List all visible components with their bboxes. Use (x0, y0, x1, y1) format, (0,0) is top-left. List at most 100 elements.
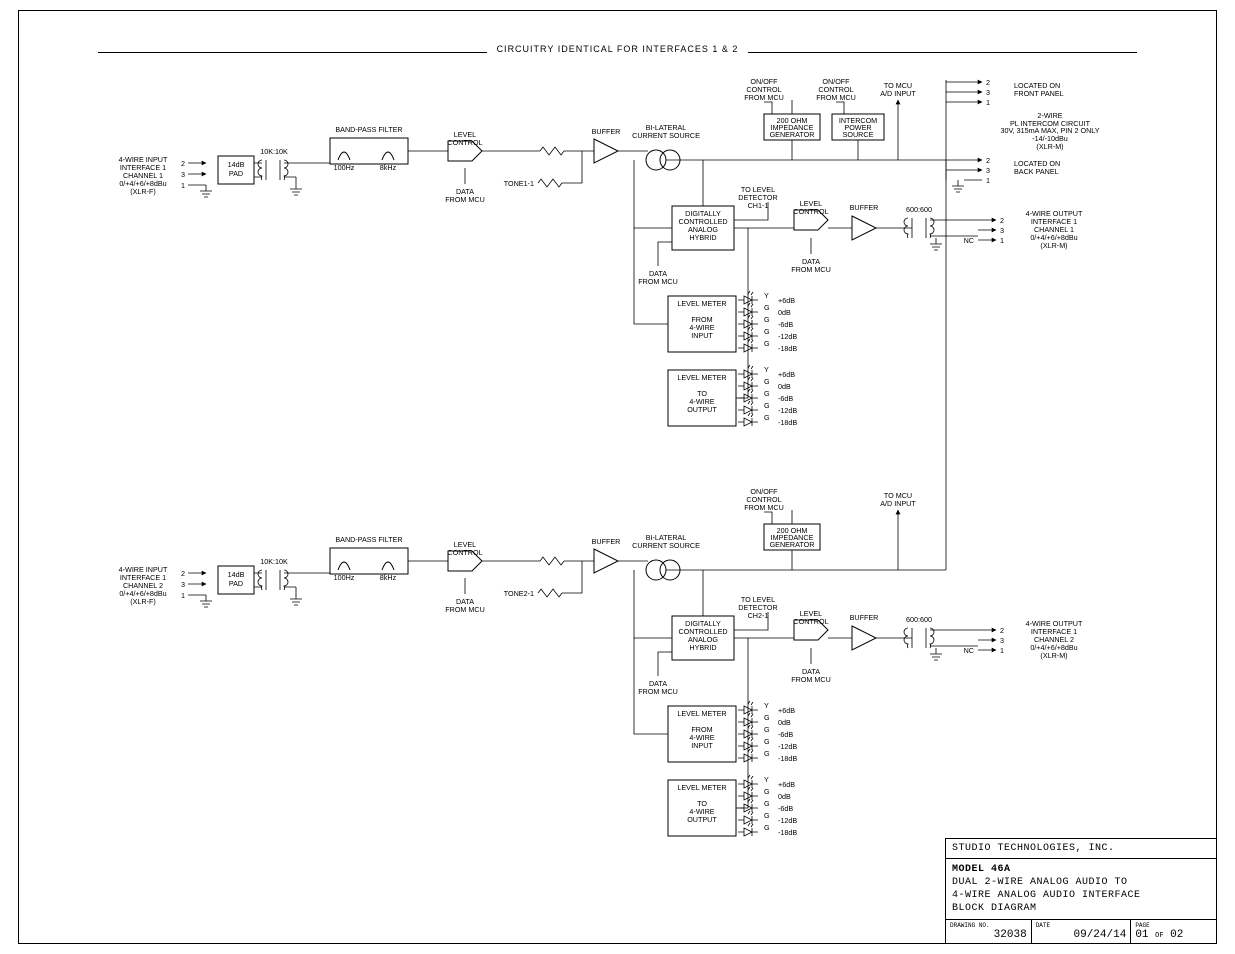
svg-text:INPUT: INPUT (691, 331, 713, 340)
svg-text:8kHz: 8kHz (380, 573, 397, 582)
svg-text:2: 2 (181, 159, 185, 168)
svg-text:-18dB: -18dB (778, 828, 797, 837)
svg-text:8kHz: 8kHz (380, 163, 397, 172)
svg-text:G: G (764, 339, 770, 348)
svg-text:14dB: 14dB (228, 570, 245, 579)
svg-text:-12dB: -12dB (778, 332, 797, 341)
model-desc: MODEL 46A DUAL 2-WIRE ANALOG AUDIO TO 4-… (946, 859, 1216, 920)
svg-text:G: G (764, 713, 770, 722)
svg-text:CONTROL: CONTROL (793, 617, 828, 626)
svg-text:FROM MCU: FROM MCU (445, 605, 485, 614)
svg-text:OUTPUT: OUTPUT (687, 405, 717, 414)
input-transformer (258, 160, 288, 180)
svg-text:G: G (764, 389, 770, 398)
svg-text:-18dB: -18dB (778, 418, 797, 427)
tone-label-ch1: TONE1-1 (504, 179, 534, 188)
svg-text:1: 1 (1000, 646, 1004, 655)
svg-text:G: G (764, 787, 770, 796)
svg-text:+6dB: +6dB (778, 296, 795, 305)
bandpass-filter: BAND-PASS FILTER 100Hz 8kHz (330, 125, 408, 172)
svg-text:G: G (764, 823, 770, 832)
svg-text:(XLR-M): (XLR-M) (1040, 651, 1067, 660)
svg-text:-12dB: -12dB (778, 742, 797, 751)
svg-text:G: G (764, 401, 770, 410)
svg-text:1: 1 (181, 181, 185, 190)
meter-out-ch1: LEVEL METER TO 4-WIRE OUTPUT (668, 370, 736, 426)
svg-text:LEVEL METER: LEVEL METER (677, 299, 726, 308)
svg-text:600:600: 600:600 (906, 615, 932, 624)
svg-text:HYBRID: HYBRID (689, 233, 716, 242)
svg-text:FROM MCU: FROM MCU (445, 195, 485, 204)
svg-text:BUFFER: BUFFER (592, 537, 621, 546)
svg-text:HYBRID: HYBRID (689, 643, 716, 652)
two-wire-label: 2-WIRE PL INTERCOM CIRCUIT 30V, 315mA MA… (1000, 111, 1099, 151)
svg-text:0dB: 0dB (778, 308, 791, 317)
svg-text:0dB: 0dB (778, 792, 791, 801)
svg-text:GENERATOR: GENERATOR (770, 130, 815, 139)
svg-text:2: 2 (986, 156, 990, 165)
level-control: LEVEL CONTROL (447, 130, 482, 161)
xfmr-out-ratio: 600:600 (906, 205, 932, 214)
svg-text:1: 1 (181, 591, 185, 600)
svg-text:14dB: 14dB (228, 160, 245, 169)
svg-text:(XLR-F): (XLR-F) (130, 597, 156, 606)
svg-text:0dB: 0dB (778, 718, 791, 727)
schematic-page: CIRCUITRY IDENTICAL FOR INTERFACES 1 & 2 (0, 0, 1235, 954)
company-name: STUDIO TECHNOLOGIES, INC. (946, 839, 1216, 859)
svg-text:NC: NC (964, 646, 974, 655)
svg-text:-12dB: -12dB (778, 406, 797, 415)
output-label-ch2: 4-WIRE OUTPUT INTERFACE 1 CHANNEL 2 0/+4… (1026, 619, 1083, 660)
svg-text:G: G (764, 303, 770, 312)
level-control-out: LEVELCONTROL (793, 199, 828, 230)
page-no: PAGE 01 OF 02 (1131, 920, 1216, 943)
output-label-ch1: 4-WIRE OUTPUT INTERFACE 1 CHANNEL 1 0/+4… (1026, 209, 1083, 250)
svg-text:+6dB: +6dB (778, 706, 795, 715)
svg-text:(XLR-M): (XLR-M) (1040, 241, 1067, 250)
svg-text:-6dB: -6dB (778, 320, 793, 329)
svg-text:BUFFER: BUFFER (592, 127, 621, 136)
svg-text:3: 3 (1000, 636, 1004, 645)
svg-text:(XLR-M): (XLR-M) (1036, 142, 1063, 151)
svg-text:-12dB: -12dB (778, 816, 797, 825)
input-label-ch2: 4-WIRE INPUT INTERFACE 1 CHANNEL 2 0/+4/… (119, 565, 168, 606)
svg-text:BAND-PASS FILTER: BAND-PASS FILTER (335, 535, 402, 544)
svg-text:-18dB: -18dB (778, 754, 797, 763)
svg-text:CURRENT SOURCE: CURRENT SOURCE (632, 131, 700, 140)
drawing-no: DRAWING NO. 32038 (946, 920, 1032, 943)
svg-text:Y: Y (764, 365, 769, 374)
svg-text:3: 3 (181, 580, 185, 589)
hybrid: DIGITALLY CONTROLLED ANALOG HYBRID (672, 206, 734, 250)
title-block: STUDIO TECHNOLOGIES, INC. MODEL 46A DUAL… (945, 838, 1217, 944)
svg-text:FROM MCU: FROM MCU (791, 675, 831, 684)
svg-text:(XLR-F): (XLR-F) (130, 187, 156, 196)
svg-text:NC: NC (964, 236, 974, 245)
svg-text:3: 3 (986, 88, 990, 97)
svg-text:A/D INPUT: A/D INPUT (880, 89, 916, 98)
svg-text:1: 1 (986, 98, 990, 107)
svg-text:BACK PANEL: BACK PANEL (1014, 167, 1059, 176)
power-source: INTERCOM POWER SOURCE ON/OFFCONTROLFROM … (816, 77, 884, 160)
svg-text:G: G (764, 377, 770, 386)
svg-text:CONTROL: CONTROL (447, 548, 482, 557)
meter-in-ch1: LEVEL METER FROM 4-WIRE INPUT (668, 296, 736, 352)
svg-text:1: 1 (986, 176, 990, 185)
input-pins-ch2: 2 3 1 (181, 569, 212, 607)
svg-text:CONTROL: CONTROL (793, 207, 828, 216)
svg-text:FROM MCU: FROM MCU (638, 687, 678, 696)
svg-text:+6dB: +6dB (778, 780, 795, 789)
svg-text:FROM MCU: FROM MCU (638, 277, 678, 286)
svg-text:Y: Y (764, 291, 769, 300)
svg-text:LEVEL METER: LEVEL METER (677, 373, 726, 382)
svg-text:2: 2 (986, 78, 990, 87)
svg-text:+6dB: +6dB (778, 370, 795, 379)
svg-text:G: G (764, 749, 770, 758)
svg-text:FROM MCU: FROM MCU (791, 265, 831, 274)
svg-text:-6dB: -6dB (778, 804, 793, 813)
svg-text:-6dB: -6dB (778, 394, 793, 403)
svg-text:PAD: PAD (229, 579, 243, 588)
svg-text:CONTROL: CONTROL (447, 138, 482, 147)
svg-text:100Hz: 100Hz (334, 573, 355, 582)
svg-text:Y: Y (764, 701, 769, 710)
svg-text:3: 3 (986, 166, 990, 175)
svg-text:FROM MCU: FROM MCU (816, 93, 856, 102)
